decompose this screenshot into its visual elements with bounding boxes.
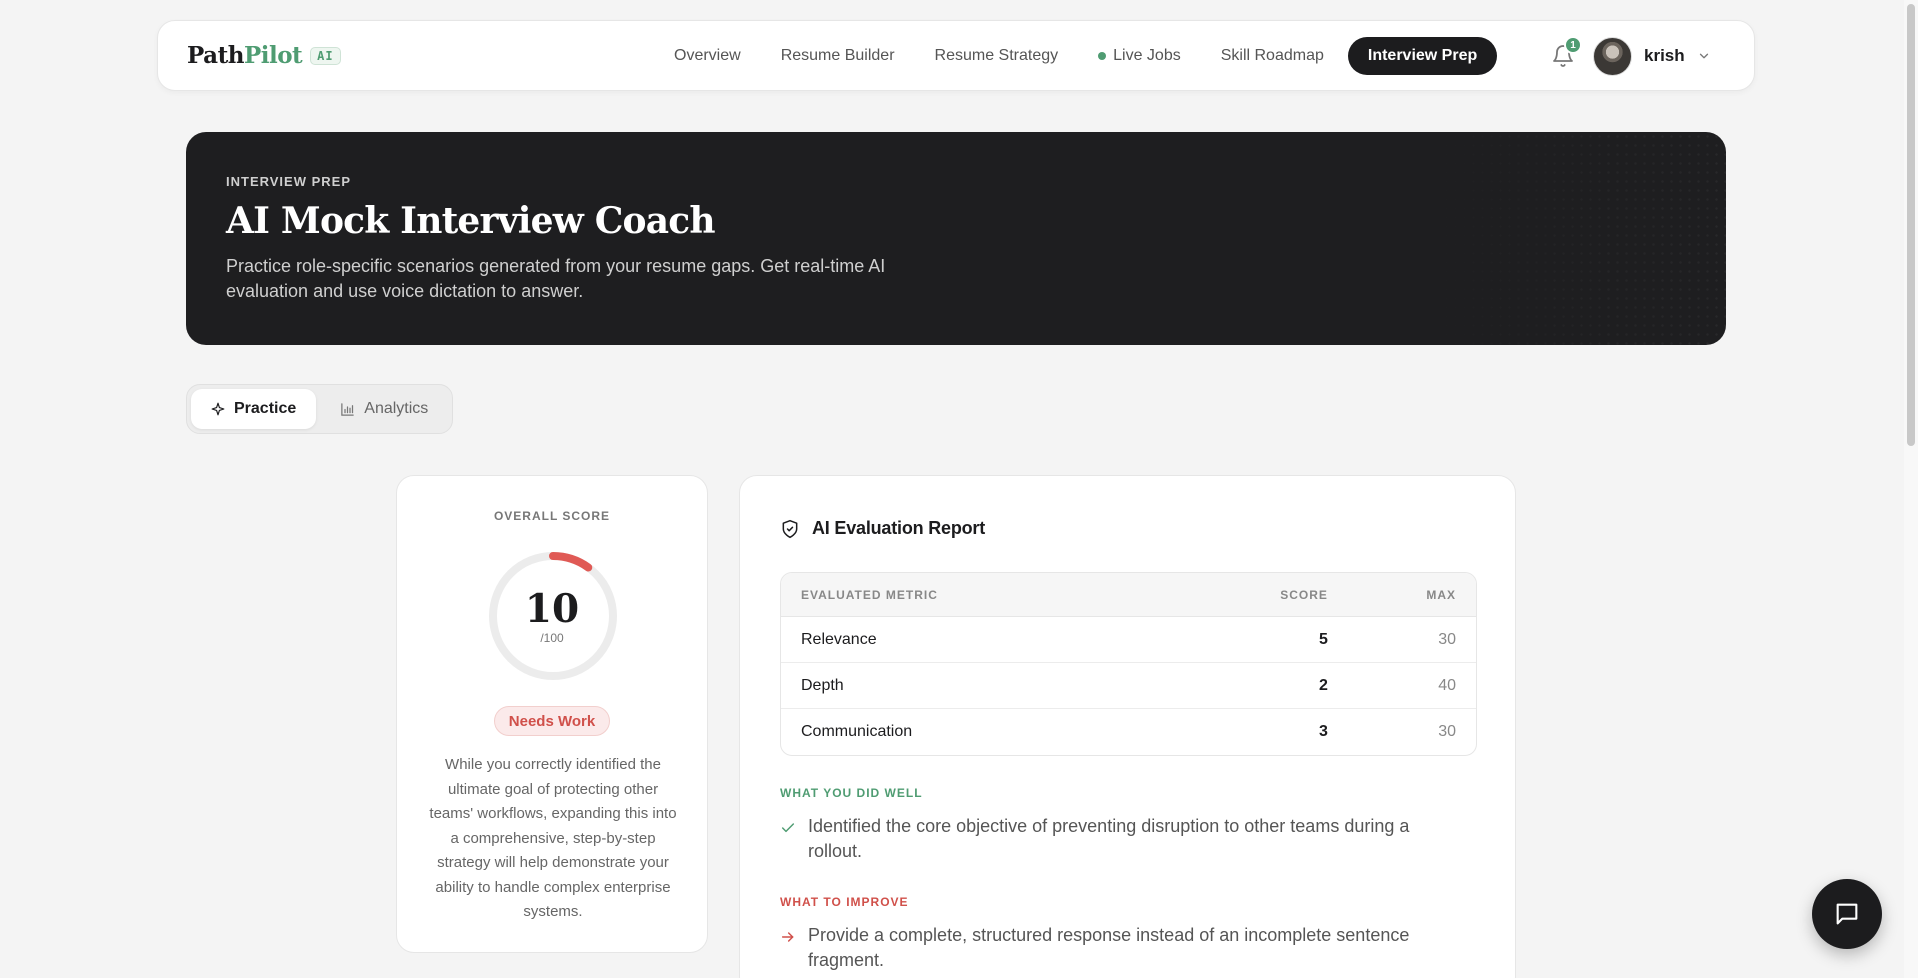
nav-overview[interactable]: Overview	[654, 37, 761, 75]
chevron-down-icon[interactable]	[1697, 49, 1711, 63]
hero-banner: INTERVIEW PREP AI Mock Interview Coach P…	[186, 132, 1726, 345]
table-header: EVALUATED METRIC SCORE MAX	[781, 573, 1476, 617]
nav-interview-prep[interactable]: Interview Prep	[1347, 37, 1498, 75]
top-navbar: PathPilot AI Overview Resume Builder Res…	[157, 20, 1755, 91]
table-row: Communication 3 30	[801, 723, 1456, 740]
view-tabs: Practice Analytics	[186, 384, 453, 434]
brand-name: PathPilot	[187, 42, 303, 69]
avatar[interactable]	[1593, 36, 1632, 76]
evaluation-report-card: AI Evaluation Report EVALUATED METRIC SC…	[739, 475, 1516, 978]
improve-item: Provide a complete, structured response …	[780, 923, 1460, 973]
score-label: OVERALL SCORE	[493, 509, 611, 523]
did-well-heading: WHAT YOU DID WELL	[780, 786, 923, 800]
tab-practice[interactable]: Practice	[191, 389, 317, 429]
main-nav: Overview Resume Builder Resume Strategy …	[654, 37, 1498, 75]
tab-analytics[interactable]: Analytics	[320, 389, 448, 429]
scrollbar-thumb[interactable]	[1907, 4, 1915, 446]
nav-live-jobs[interactable]: Live Jobs	[1078, 37, 1201, 75]
notification-count-badge: 1	[1564, 36, 1582, 54]
nav-resume-strategy[interactable]: Resume Strategy	[915, 37, 1079, 75]
overall-score-card: OVERALL SCORE 10 /100 Needs Work While y…	[396, 475, 708, 953]
nav-resume-builder[interactable]: Resume Builder	[761, 37, 915, 75]
chat-bubble-icon	[1836, 903, 1858, 925]
check-icon	[781, 823, 795, 833]
score-value: 10	[524, 586, 580, 632]
notifications-button[interactable]: 1	[1551, 36, 1582, 68]
chat-button[interactable]	[1812, 879, 1882, 949]
score-summary: While you correctly identified the ultim…	[429, 756, 677, 920]
live-status-dot-icon	[1098, 52, 1107, 60]
evaluation-title: AI Evaluation Report	[812, 518, 986, 538]
score-max: /100	[540, 631, 564, 645]
table-row: Relevance 5 30	[781, 617, 1476, 663]
score-status-badge: Needs Work	[493, 706, 611, 736]
improve-heading: WHAT TO IMPROVE	[780, 895, 909, 909]
metrics-table: EVALUATED METRIC SCORE MAX Relevance 5 3…	[780, 572, 1477, 756]
brand-ai-badge: AI	[310, 46, 341, 65]
table-row: Depth 2 40	[781, 663, 1476, 709]
brand-logo[interactable]: PathPilot AI	[187, 42, 341, 69]
page-scrollbar[interactable]	[1904, 0, 1918, 978]
nav-skill-roadmap[interactable]: Skill Roadmap	[1201, 37, 1344, 75]
user-name[interactable]: krish	[1644, 46, 1685, 66]
page-title: AI Mock Interview Coach	[226, 200, 716, 242]
shield-check-icon	[782, 519, 798, 538]
hero-eyebrow: INTERVIEW PREP	[226, 174, 352, 189]
arrow-right-icon	[781, 932, 794, 942]
bar-chart-icon	[341, 402, 355, 416]
sparkle-icon	[211, 402, 225, 416]
user-area: 1 krish	[1551, 35, 1711, 77]
did-well-item: Identified the core objective of prevent…	[780, 814, 1460, 864]
hero-description: Practice role-specific scenarios generat…	[226, 256, 886, 301]
